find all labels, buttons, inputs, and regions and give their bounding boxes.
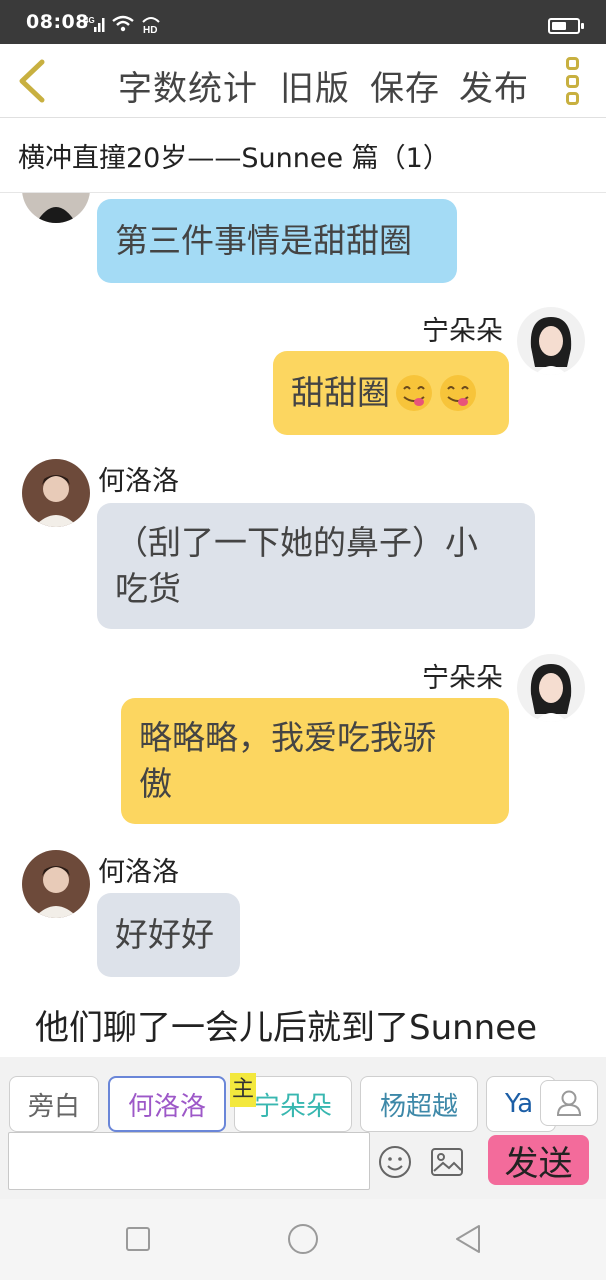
person-icon [556, 1090, 582, 1116]
status-icons: 4G HD [84, 14, 162, 34]
old-version-button[interactable]: 旧版 [280, 61, 350, 110]
speaker-name: 宁朵朵 [422, 663, 503, 694]
avatar[interactable] [22, 193, 90, 223]
system-nav-bar [0, 1199, 606, 1280]
publish-button[interactable]: 发布 [459, 61, 529, 110]
narration-text[interactable]: 他们聊了一会儿后就到了Sunnee [35, 1005, 575, 1051]
recent-apps-icon[interactable] [126, 1227, 150, 1251]
message-text: 甜甜圈 [291, 373, 390, 412]
chat-area[interactable]: 第三件事情是甜甜圈 宁朵朵 甜甜圈 何洛洛 （刮了一下她的鼻子）小 吃货 宁朵朵… [0, 193, 606, 1057]
manage-roles-button[interactable] [540, 1080, 598, 1126]
svg-text:4G: 4G [84, 16, 95, 25]
battery-icon [548, 18, 584, 34]
message-text-line: 吃货 [115, 569, 181, 608]
avatar[interactable] [22, 459, 90, 527]
role-chip-he-luoluo[interactable]: 何洛洛 [108, 1076, 226, 1132]
status-time: 08:08 [26, 11, 89, 33]
role-chip-yang-chaoyue[interactable]: 杨超越 [360, 1076, 478, 1132]
top-toolbar: 字数统计 旧版 保存 发布 [0, 44, 606, 118]
speaker-name: 何洛洛 [98, 857, 179, 888]
speaker-name: 何洛洛 [98, 466, 179, 497]
message-text: 好好好 [115, 915, 214, 954]
status-bar: 08:08 4G HD [0, 0, 606, 44]
role-chip-narrator[interactable]: 旁白 [9, 1076, 99, 1132]
more-vertical-icon[interactable] [564, 57, 580, 105]
avatar[interactable] [517, 654, 585, 722]
wifi-icon [112, 15, 134, 32]
send-button[interactable]: 发送 [488, 1135, 589, 1185]
message-text-line: （刮了一下她的鼻子）小 [115, 523, 478, 562]
yum-face-icon [440, 375, 476, 411]
avatar[interactable] [22, 850, 90, 918]
message-bubble[interactable]: 第三件事情是甜甜圈 [97, 199, 457, 283]
chevron-left-icon[interactable] [14, 58, 50, 104]
home-icon[interactable] [288, 1224, 318, 1254]
avatar[interactable] [517, 307, 585, 375]
image-icon[interactable] [430, 1147, 464, 1177]
save-button[interactable]: 保存 [370, 61, 440, 110]
message-input[interactable] [8, 1132, 370, 1190]
message-bubble[interactable]: 好好好 [97, 893, 240, 977]
hd-badge-text: HD [143, 25, 157, 34]
speaker-name: 宁朵朵 [422, 316, 503, 347]
main-role-badge: 主 [230, 1073, 257, 1107]
story-title[interactable]: 横冲直撞20岁——Sunnee 篇（1） [18, 136, 450, 175]
battery-level [552, 22, 567, 30]
message-text-line: 略略略，我爱吃我骄 [139, 718, 436, 757]
yum-face-icon [396, 375, 432, 411]
message-text-line: 傲 [139, 764, 172, 803]
word-count-button[interactable]: 字数统计 [118, 61, 258, 110]
message-bubble[interactable]: 略略略，我爱吃我骄 傲 [121, 698, 509, 824]
emoji-icon[interactable] [378, 1145, 412, 1179]
message-bubble[interactable]: 甜甜圈 [273, 351, 509, 435]
signal-icon: 4G [84, 16, 105, 32]
message-bubble[interactable]: （刮了一下她的鼻子）小 吃货 [97, 503, 535, 629]
back-triangle-icon[interactable] [454, 1223, 482, 1255]
message-text: 第三件事情是甜甜圈 [115, 221, 412, 260]
hd-call-icon: HD [142, 17, 160, 34]
